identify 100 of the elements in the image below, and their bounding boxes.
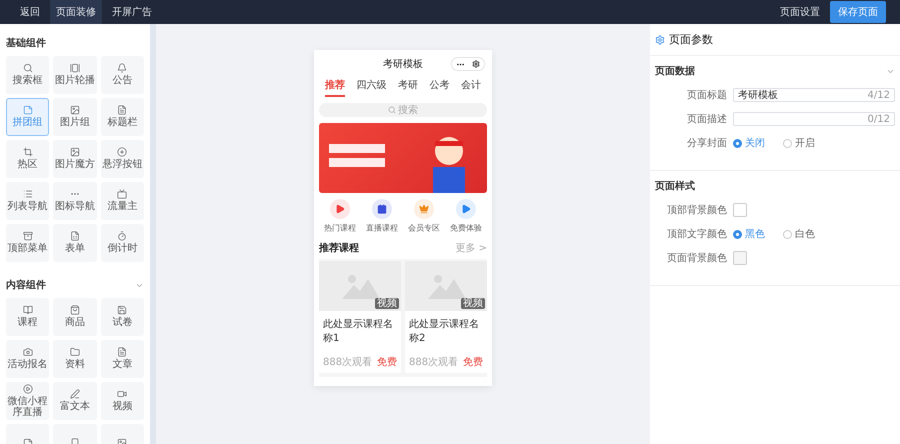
bag-icon <box>70 305 80 316</box>
camera-icon <box>22 347 33 358</box>
image-icon <box>70 147 80 158</box>
component-tile[interactable]: 文章 <box>100 340 144 378</box>
radio-icon[interactable] <box>733 138 742 148</box>
field-label: 分享封面 <box>686 136 727 150</box>
shortcut-icon[interactable] <box>330 199 350 219</box>
field-label: 页面背景颜色 <box>666 252 727 265</box>
shortcut-icon[interactable] <box>456 199 476 219</box>
color-swatch[interactable] <box>733 203 747 217</box>
input-field[interactable]: 考研模板 4/12 <box>733 88 895 102</box>
component-tile[interactable]: 资料 <box>53 340 97 378</box>
radio-option[interactable]: 黑色 <box>733 227 765 241</box>
nav-tab[interactable]: 开屏广告 <box>106 0 158 24</box>
tile-label: 流量主 <box>107 202 138 213</box>
course-card[interactable]: 视频 此处显示课程名称2 888次观看 免费 <box>405 261 487 373</box>
play-circle-icon <box>22 384 33 394</box>
panel-title: 页面参数 <box>669 32 713 47</box>
radio-option[interactable]: 白色 <box>783 227 815 241</box>
component-tile[interactable]: 图片组 <box>53 98 97 136</box>
tile-label: 悬浮按钮 <box>102 160 142 171</box>
tile-label: 图片组 <box>60 118 90 129</box>
component-tile[interactable]: 微信小程序直播 <box>6 382 50 420</box>
component-tile[interactable]: 公告 <box>100 56 144 94</box>
component-tile[interactable]: 视频 <box>100 382 144 420</box>
component-tile[interactable]: 课程 <box>6 298 50 336</box>
section-title: 推荐课程 <box>319 242 359 255</box>
tile-label: 拼团组 <box>12 118 43 129</box>
video-camera-icon <box>117 389 128 400</box>
carousel-icon <box>70 63 80 74</box>
form-icon <box>70 231 80 242</box>
video-badge: 视频 <box>461 298 485 309</box>
tile-label: 活动报名 <box>8 360 48 371</box>
radio-icon[interactable] <box>783 138 792 148</box>
shortcut-label[interactable]: 免费体验 <box>450 222 482 234</box>
radio-icon[interactable] <box>733 230 742 238</box>
course-name: 此处显示课程名称2 <box>408 318 480 346</box>
plus-circle-icon <box>117 147 128 158</box>
color-swatch[interactable] <box>733 251 747 265</box>
field-label: 页面描述 <box>686 112 727 126</box>
tile-label: 列表导航 <box>8 202 48 213</box>
component-tile[interactable]: 富文本 <box>53 382 97 420</box>
component-tile[interactable]: 悬浮按钮 <box>100 140 144 178</box>
nav-tab[interactable]: 返回 <box>14 0 46 24</box>
component-tile[interactable]: 图标导航 <box>53 182 97 220</box>
component-tile[interactable]: 列表导航 <box>6 182 50 220</box>
component-tile[interactable]: 图片轮播 <box>53 56 97 94</box>
course-price: 免费 <box>463 356 483 369</box>
timer-icon <box>117 231 128 242</box>
group-title: 内容组件 <box>6 278 46 292</box>
component-tile[interactable]: 热区 <box>6 140 50 178</box>
tv-icon <box>117 189 128 200</box>
component-tile[interactable]: 流量主 <box>100 182 144 220</box>
component-tile[interactable]: 活动报名 <box>6 340 50 378</box>
course-card[interactable]: 视频 此处显示课程名称1 888次观看 免费 <box>319 261 401 373</box>
tile-label: 资料 <box>64 360 85 371</box>
category-tab[interactable]: 公考 <box>430 78 450 97</box>
video-badge: 视频 <box>375 298 399 309</box>
section-title: 页面数据 <box>655 64 695 78</box>
tile-label: 顶部菜单 <box>8 244 48 255</box>
tile-label: 试卷 <box>112 318 132 329</box>
component-tile[interactable]: 试卷 <box>100 298 144 336</box>
category-tab[interactable]: 推荐 <box>324 78 345 97</box>
component-tile[interactable]: 图片魔方 <box>53 140 97 178</box>
search-icon <box>22 63 33 74</box>
group-title: 基础组件 <box>6 36 46 50</box>
shortcut-label[interactable]: 会员专区 <box>408 222 440 234</box>
course-name: 此处显示课程名称1 <box>322 318 394 346</box>
folder-icon <box>70 347 80 358</box>
radio-icon[interactable] <box>783 230 792 238</box>
note-icon <box>22 105 33 116</box>
category-tab[interactable]: 四六级 <box>356 78 386 97</box>
component-tile[interactable]: 标题栏 <box>100 98 144 136</box>
view-count: 888次观看 <box>409 356 458 369</box>
component-tile[interactable]: 顶部菜单 <box>6 224 50 262</box>
tile-label: 倒计时 <box>107 244 138 255</box>
tile-label: 图片轮播 <box>54 76 95 87</box>
page-settings-link[interactable]: 页面设置 <box>774 4 826 20</box>
shortcut-icon[interactable] <box>372 199 392 219</box>
archive-icon <box>22 231 33 242</box>
category-tab[interactable]: 考研 <box>398 78 418 97</box>
bell-icon <box>117 63 128 74</box>
component-tile[interactable]: 商品 <box>53 298 97 336</box>
category-tab[interactable]: 会计 <box>461 78 482 97</box>
component-tile[interactable]: 表单 <box>53 224 97 262</box>
crop-icon <box>22 147 33 158</box>
tile-label: 富文本 <box>60 402 90 413</box>
radio-option[interactable]: 开启 <box>783 136 815 150</box>
nav-tab[interactable]: 页面装修 <box>50 0 102 24</box>
tile-label: 图标导航 <box>54 202 95 213</box>
document-icon <box>117 347 128 358</box>
tile-label: 视频 <box>112 402 132 413</box>
shortcut-label[interactable]: 直播课程 <box>366 222 398 234</box>
shortcut-label[interactable]: 热门课程 <box>324 222 356 234</box>
component-tile[interactable]: 搜索框 <box>6 56 50 94</box>
component-tile[interactable]: 倒计时 <box>100 224 144 262</box>
tile-label: 标题栏 <box>107 118 138 129</box>
tile-label: 公告 <box>112 76 132 87</box>
tile-label: 商品 <box>64 318 85 329</box>
image-placeholder-icon <box>340 273 380 299</box>
